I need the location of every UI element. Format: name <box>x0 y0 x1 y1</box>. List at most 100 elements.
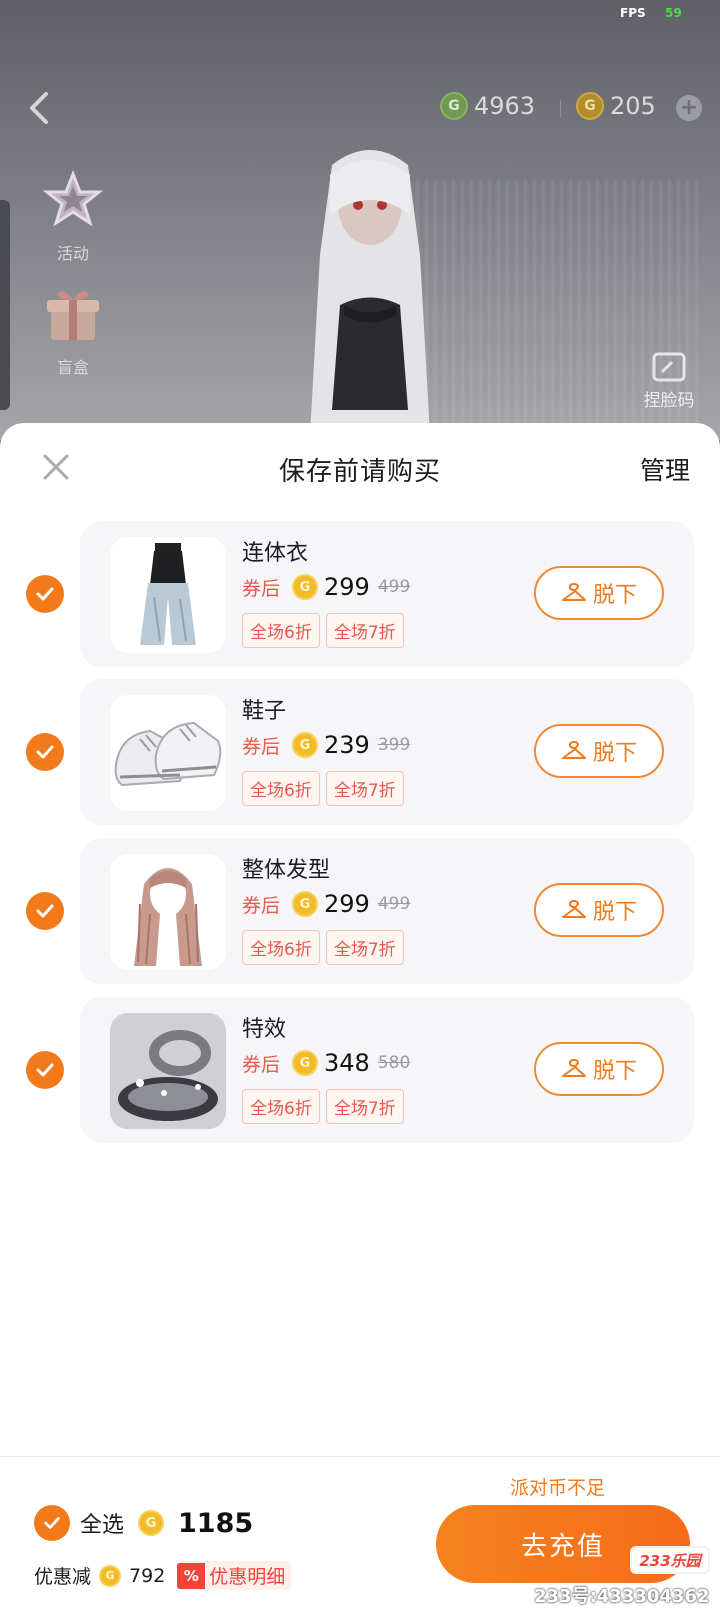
take-off-label: 脱下 <box>592 1059 637 1084</box>
item-price: 299 <box>324 890 370 918</box>
take-off-button[interactable]: 脱下 <box>534 566 664 620</box>
face-code-button[interactable]: 捏脸码 <box>636 352 702 411</box>
item-checkbox[interactable] <box>26 575 64 613</box>
item-original-price: 499 <box>377 577 411 597</box>
fps-label: FPS <box>620 6 646 20</box>
after-coupon-label: 券后 <box>242 894 281 917</box>
price-line: 券后 G 348 580 <box>242 1049 410 1077</box>
take-off-label: 脱下 <box>592 741 637 766</box>
item-price: 299 <box>324 573 370 601</box>
total-price: 1185 <box>178 1507 254 1539</box>
discount-detail-link[interactable]: % 优惠明细 <box>177 1561 292 1590</box>
gift-box-icon <box>47 291 99 340</box>
discount-tag: 全场7折 <box>325 613 404 648</box>
checkmark-icon <box>36 587 54 601</box>
currency-gold[interactable]: G 205 <box>576 92 656 120</box>
item-checkbox[interactable] <box>26 733 64 771</box>
item-thumbnail-effect <box>110 1013 226 1129</box>
currency-green[interactable]: G 4963 <box>440 92 535 120</box>
currency-gold-value: 205 <box>610 92 656 120</box>
select-all-checkbox[interactable] <box>34 1505 70 1541</box>
item-card[interactable]: 鞋子 券后 G 239 399 全场6折 全场7折 脱下 <box>80 679 694 825</box>
back-arrow-icon[interactable] <box>20 88 60 128</box>
discount-tag: 全场6折 <box>242 1089 320 1124</box>
discount-tags: 全场6折 全场7折 <box>242 613 404 648</box>
take-off-label: 脱下 <box>592 900 637 925</box>
purchase-sheet: 保存前请购买 管理 连体衣 券后 G 299 499 全场6折 全场7折 脱下 … <box>0 423 720 1612</box>
item-checkbox[interactable] <box>26 892 64 930</box>
side-item-event-label: 活动 <box>56 244 89 263</box>
currency-divider <box>560 100 561 118</box>
price-line: 券后 G 299 499 <box>242 573 410 601</box>
checkmark-icon <box>36 745 54 759</box>
watermark-badge: 233乐园 <box>630 1546 710 1574</box>
item-card[interactable]: 整体发型 券后 G 299 499 全场6折 全场7折 脱下 <box>80 838 694 984</box>
gold-coin-icon: G <box>292 891 319 917</box>
item-checkbox[interactable] <box>26 1051 64 1089</box>
discount-tag: 全场7折 <box>325 930 404 965</box>
checkmark-icon <box>44 1517 60 1529</box>
item-original-price: 580 <box>377 1053 411 1073</box>
discount-tags: 全场6折 全场7折 <box>242 1089 404 1124</box>
gold-coin-icon: G <box>292 732 319 758</box>
game-scene <box>0 0 720 440</box>
discount-label: 优惠减 <box>34 1566 92 1588</box>
after-coupon-label: 券后 <box>242 1053 281 1076</box>
item-price: 348 <box>324 1049 370 1077</box>
list-item: 鞋子 券后 G 239 399 全场6折 全场7折 脱下 <box>0 679 720 825</box>
add-currency-button[interactable]: + <box>676 95 702 121</box>
take-off-button[interactable]: 脱下 <box>534 1042 664 1096</box>
item-name: 整体发型 <box>242 858 331 883</box>
currency-green-value: 4963 <box>474 92 536 120</box>
face-code-label: 捏脸码 <box>643 391 695 411</box>
take-off-label: 脱下 <box>592 583 637 608</box>
manage-button[interactable]: 管理 <box>640 451 690 487</box>
star-event-icon <box>42 169 104 227</box>
item-price: 239 <box>324 731 370 759</box>
discount-amount: 792 <box>129 1564 166 1587</box>
sheet-title: 保存前请购买 <box>278 457 441 487</box>
gold-coin-icon: G <box>99 1564 122 1587</box>
list-item: 整体发型 券后 G 299 499 全场6折 全场7折 脱下 <box>0 838 720 984</box>
side-item-blindbox-label: 盲盒 <box>56 358 89 377</box>
item-thumbnail-hairstyle <box>110 854 226 970</box>
hanger-icon <box>561 1059 586 1077</box>
item-card[interactable]: 特效 券后 G 348 580 全场6折 全场7折 脱下 <box>80 997 694 1143</box>
after-coupon-label: 券后 <box>242 735 281 758</box>
watermark-text: 233号:433304362 <box>534 1586 710 1607</box>
discount-tag: 全场7折 <box>325 771 404 806</box>
discount-tag: 全场7折 <box>325 1089 404 1124</box>
select-all-toggle[interactable]: 全选 G 1185 <box>34 1505 253 1541</box>
price-line: 券后 G 299 499 <box>242 890 410 918</box>
insufficient-notice: 派对币不足 <box>510 1477 606 1499</box>
take-off-button[interactable]: 脱下 <box>534 724 664 778</box>
discount-tag: 全场6折 <box>242 930 320 965</box>
checkmark-icon <box>36 904 54 918</box>
gold-coin-icon: G <box>576 92 604 120</box>
discount-tag: 全场6折 <box>242 771 320 806</box>
fps-value: 59 <box>665 6 682 20</box>
list-item: 特效 券后 G 348 580 全场6折 全场7折 脱下 <box>0 997 720 1143</box>
discount-tags: 全场6折 全场7折 <box>242 771 404 806</box>
side-item-event[interactable]: 活动 <box>38 168 108 264</box>
item-card[interactable]: 连体衣 券后 G 299 499 全场6折 全场7折 脱下 <box>80 521 694 667</box>
after-coupon-label: 券后 <box>242 577 281 600</box>
discount-line: 优惠减 G 792 % 优惠明细 <box>34 1561 292 1590</box>
percent-badge-icon: % <box>177 1562 206 1589</box>
item-original-price: 499 <box>377 894 411 914</box>
gold-coin-icon: G <box>138 1510 165 1536</box>
item-original-price: 399 <box>377 735 411 755</box>
hanger-icon <box>561 900 586 918</box>
gold-coin-icon: G <box>292 1050 319 1076</box>
face-code-icon <box>652 352 686 382</box>
item-name: 连体衣 <box>242 541 309 566</box>
take-off-button[interactable]: 脱下 <box>534 883 664 937</box>
left-edge-handle[interactable] <box>0 200 10 410</box>
avatar-character <box>310 150 430 435</box>
item-thumbnail-jumpsuit <box>110 537 226 653</box>
side-item-blindbox[interactable]: 盲盒 <box>38 282 108 378</box>
green-coin-icon: G <box>440 92 468 120</box>
item-thumbnail-shoes <box>110 695 226 811</box>
price-line: 券后 G 239 399 <box>242 731 410 759</box>
hanger-icon <box>561 583 586 601</box>
